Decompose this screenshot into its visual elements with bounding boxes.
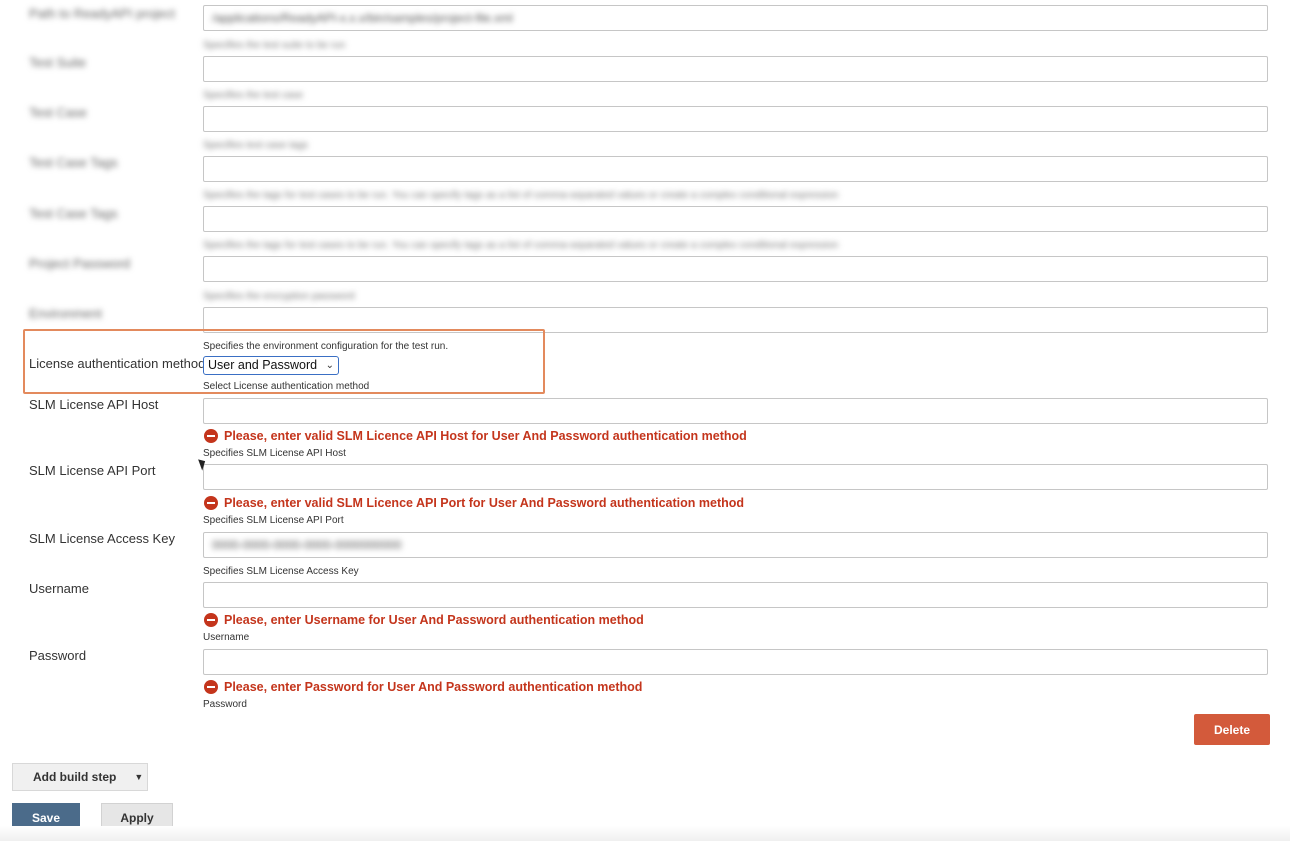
username-help: Username xyxy=(203,632,250,643)
username-error-text: Please, enter Username for User And Pass… xyxy=(224,613,644,627)
error-icon xyxy=(204,680,218,694)
field-label-project-password: Project Password xyxy=(29,256,131,271)
test-case-tags-input[interactable] xyxy=(203,156,1268,182)
field-help: Specifies the encryption password xyxy=(203,291,355,302)
test-suite-input[interactable] xyxy=(203,56,1268,82)
test-case-tags-input-2[interactable] xyxy=(203,206,1268,232)
project-path-value: /applications/ReadyAPI-x.x.x/bin/samples… xyxy=(212,11,513,25)
test-case-input[interactable] xyxy=(203,106,1268,132)
slm-host-label: SLM License API Host xyxy=(29,397,159,412)
slm-key-input[interactable]: 0000-0000-0000-0000-0000000000 xyxy=(203,532,1268,558)
password-label: Password xyxy=(29,648,87,663)
caret-down-icon: ▼ xyxy=(134,772,144,782)
password-input[interactable] xyxy=(203,649,1268,675)
slm-port-error: Please, enter valid SLM Licence API Port… xyxy=(204,496,744,510)
field-help: Specifies test case tags xyxy=(203,140,309,151)
slm-host-input[interactable] xyxy=(203,398,1268,424)
error-icon xyxy=(204,496,218,510)
slm-host-error: Please, enter valid SLM Licence API Host… xyxy=(204,429,747,443)
field-label-project-path: Path to ReadyAPI project xyxy=(29,6,175,21)
password-error-text: Please, enter Password for User And Pass… xyxy=(224,680,643,694)
add-build-step-label: Add build step xyxy=(33,770,117,784)
field-label-test-case: Test Case xyxy=(29,105,87,120)
project-password-input[interactable] xyxy=(203,256,1268,282)
password-error: Please, enter Password for User And Pass… xyxy=(204,680,642,694)
slm-port-label: SLM License API Port xyxy=(29,463,156,478)
field-help: Specifies the test suite to be run xyxy=(203,40,346,51)
license-auth-help: Select License authentication method xyxy=(203,381,370,392)
add-build-step-button[interactable]: Add build step ▼ xyxy=(12,763,148,791)
chevron-down-icon: ⌄ xyxy=(325,360,334,371)
field-label-test-case-tags-2: Test Case Tags xyxy=(29,206,118,221)
field-label-test-case-tags: Test Case Tags xyxy=(29,155,118,170)
error-icon xyxy=(204,613,218,627)
environment-help: Specifies the environment configuration … xyxy=(203,341,449,352)
bottom-bar xyxy=(0,826,1290,841)
field-help: Specifies the test case xyxy=(203,90,304,101)
license-auth-selected: User and Password xyxy=(208,358,318,372)
slm-key-help: Specifies SLM License Access Key xyxy=(203,566,359,577)
slm-key-label: SLM License Access Key xyxy=(29,531,175,546)
slm-host-help: Specifies SLM License API Host xyxy=(203,448,346,459)
password-help: Password xyxy=(203,699,247,710)
field-help: Specifies the tags for test cases to be … xyxy=(203,240,839,251)
error-icon xyxy=(204,429,218,443)
license-auth-label: License authentication method xyxy=(29,356,206,371)
license-auth-select[interactable]: User and Password ⌄ xyxy=(203,356,339,375)
mouse-cursor-icon xyxy=(198,457,208,471)
slm-port-help: Specifies SLM License API Port xyxy=(203,515,344,526)
project-path-input[interactable]: /applications/ReadyAPI-x.x.x/bin/samples… xyxy=(203,5,1268,31)
slm-key-value: 0000-0000-0000-0000-0000000000 xyxy=(212,538,402,552)
field-label-environment: Environment xyxy=(29,306,102,321)
field-label-test-suite: Test Suite xyxy=(29,55,87,70)
username-error: Please, enter Username for User And Pass… xyxy=(204,613,644,627)
slm-port-error-text: Please, enter valid SLM Licence API Port… xyxy=(224,496,745,510)
username-input[interactable] xyxy=(203,582,1268,608)
field-help: Specifies the tags for test cases to be … xyxy=(203,190,839,201)
username-label: Username xyxy=(29,581,89,596)
slm-port-input[interactable] xyxy=(203,464,1268,490)
delete-button[interactable]: Delete xyxy=(1194,714,1270,745)
slm-host-error-text: Please, enter valid SLM Licence API Host… xyxy=(224,429,747,443)
